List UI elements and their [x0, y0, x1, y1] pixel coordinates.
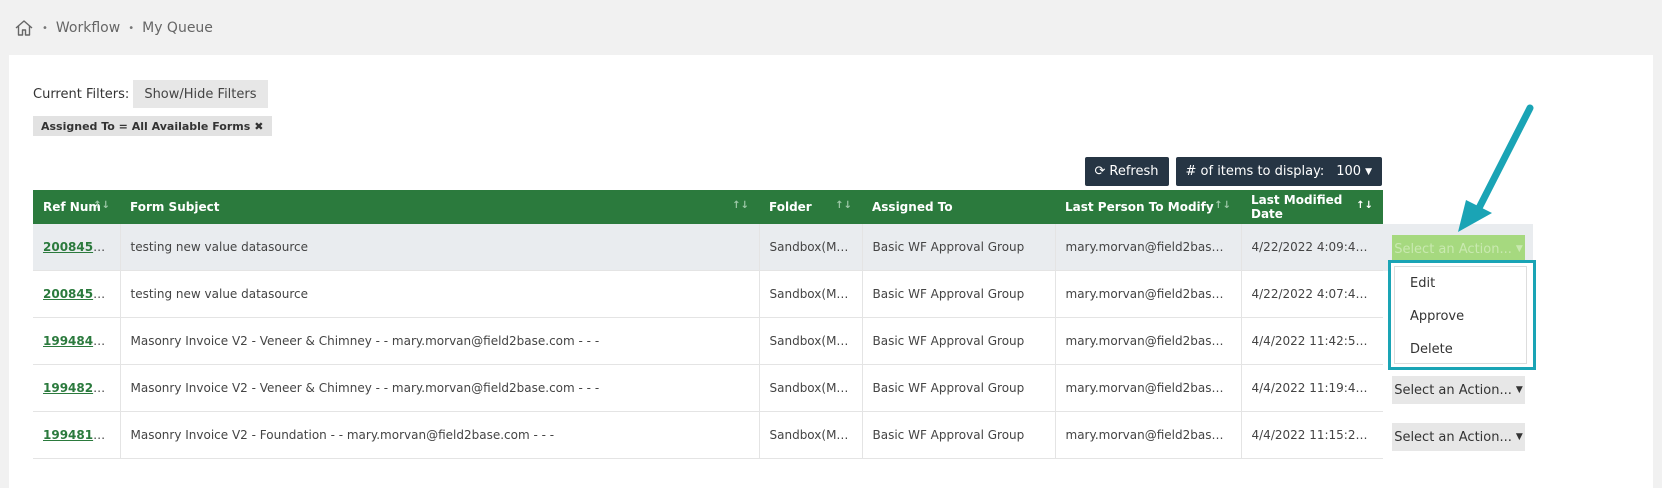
chevron-down-icon: ▼ [1515, 385, 1523, 395]
table-row: 19948437 Masonry Invoice V2 - Veneer & C… [33, 317, 1383, 365]
last-modified-date-cell: 4/22/2022 4:07:49 PM [1241, 270, 1383, 318]
assigned-to-cell: Basic WF Approval Group [862, 411, 1056, 459]
assigned-to-cell: Basic WF Approval Group [862, 317, 1056, 365]
chevron-down-icon: ▼ [1515, 432, 1523, 442]
table-row: 19948209 Masonry Invoice V2 - Veneer & C… [33, 364, 1383, 412]
last-modified-date-cell: 4/22/2022 4:09:40 PM [1241, 224, 1383, 271]
action-dropdown-menu: Edit Approve Delete [1394, 266, 1527, 364]
last-modifier-cell: mary.morvan@field2base.com [1055, 270, 1242, 318]
folder-cell: Sandbox(Mary) [759, 270, 863, 318]
ref-num-link[interactable]: 20084547 [43, 240, 110, 254]
assigned-to-cell: Basic WF Approval Group [862, 224, 1056, 271]
column-header-form-subject[interactable]: Form Subject ↑↓ [120, 190, 759, 224]
folder-cell: Sandbox(Mary) [759, 411, 863, 459]
folder-cell: Sandbox(Mary) [759, 364, 863, 412]
breadcrumb-separator: • [128, 22, 135, 34]
items-per-page-dropdown[interactable]: # of items to display: 100 ▼ [1175, 157, 1382, 186]
ref-num-link[interactable]: 20084524 [43, 287, 110, 301]
column-header-last-person-to-modify[interactable]: Last Person To Modify ↑↓ [1055, 190, 1241, 224]
assigned-to-cell: Basic WF Approval Group [862, 364, 1056, 412]
items-per-page-label: # of items to display: [1185, 164, 1325, 179]
select-action-button[interactable]: Select an Action... ▼ [1392, 376, 1525, 404]
queue-table: Ref Num ↑↓ Form Subject ↑↓ Folder ↑↓ Assign… [33, 190, 1383, 459]
refresh-label: Refresh [1109, 164, 1159, 179]
column-header-assigned-to[interactable]: Assigned To [862, 190, 1055, 224]
breadcrumb: • Workflow • My Queue [14, 16, 213, 40]
last-modifier-cell: mary.morvan@field2base.com [1055, 317, 1242, 365]
last-modifier-cell: mary.morvan@field2base.com [1055, 364, 1242, 412]
remove-filter-icon[interactable]: ✖ [254, 120, 263, 133]
filters-bar: Current Filters: Show/Hide Filters [33, 80, 268, 108]
current-filters-label: Current Filters: [33, 86, 130, 102]
menu-item-approve[interactable]: Approve [1395, 300, 1526, 333]
sort-icon: ↑↓ [93, 200, 110, 211]
last-modifier-cell: mary.morvan@field2base.com [1055, 224, 1242, 271]
table-row: 20084524 testing new value datasource Sa… [33, 270, 1383, 318]
chevron-down-icon: ▼ [1515, 244, 1523, 254]
folder-cell: Sandbox(Mary) [759, 317, 863, 365]
breadcrumb-my-queue: My Queue [142, 20, 213, 36]
chevron-down-icon: ▼ [1365, 166, 1372, 177]
column-header-last-modified-date[interactable]: Last Modified Date ↑↓ [1241, 190, 1383, 224]
form-subject-cell: testing new value datasource [120, 224, 760, 271]
table-row: 20084547 testing new value datasource Sa… [33, 224, 1383, 271]
form-subject-cell: Masonry Invoice V2 - Foundation - - mary… [120, 411, 760, 459]
form-subject-cell: Masonry Invoice V2 - Veneer & Chimney - … [120, 317, 760, 365]
folder-cell: Sandbox(Mary) [759, 224, 863, 271]
ref-num-link[interactable]: 19948157 [43, 428, 110, 442]
column-header-folder[interactable]: Folder ↑↓ [759, 190, 862, 224]
breadcrumb-separator: • [42, 22, 48, 34]
last-modifier-cell: mary.morvan@field2base.com [1055, 411, 1242, 459]
filter-chip-label: Assigned To = All Available Forms [41, 119, 251, 133]
breadcrumb-workflow[interactable]: Workflow [56, 20, 120, 36]
ref-num-link[interactable]: 19948209 [43, 381, 110, 395]
select-action-button[interactable]: Select an Action... ▼ [1392, 235, 1525, 263]
sort-icon: ↑↓ [1356, 200, 1373, 211]
items-per-page-value: 100 [1336, 164, 1362, 179]
form-subject-cell: testing new value datasource [120, 270, 760, 318]
form-subject-cell: Masonry Invoice V2 - Veneer & Chimney - … [120, 364, 760, 412]
column-header-ref-num[interactable]: Ref Num ↑↓ [33, 190, 120, 224]
ref-num-link[interactable]: 19948437 [43, 334, 110, 348]
refresh-button[interactable]: ⟳ Refresh [1084, 157, 1169, 186]
last-modified-date-cell: 4/4/2022 11:19:42 AM [1241, 364, 1383, 412]
sort-icon: ↑↓ [732, 200, 749, 211]
menu-item-delete[interactable]: Delete [1395, 333, 1526, 366]
table-toolbar: ⟳ Refresh # of items to display: 100 ▼ [1084, 157, 1382, 186]
select-action-button[interactable]: Select an Action... ▼ [1392, 423, 1525, 451]
last-modified-date-cell: 4/4/2022 11:42:53 AM [1241, 317, 1383, 365]
filter-chip: Assigned To = All Available Forms ✖ [33, 116, 272, 136]
refresh-icon: ⟳ [1094, 164, 1106, 179]
last-modified-date-cell: 4/4/2022 11:15:21 AM [1241, 411, 1383, 459]
sort-icon: ↑↓ [1214, 200, 1231, 211]
table-row: 19948157 Masonry Invoice V2 - Foundation… [33, 411, 1383, 459]
show-hide-filters-button[interactable]: Show/Hide Filters [133, 80, 268, 108]
menu-item-edit[interactable]: Edit [1395, 267, 1526, 300]
table-header-row: Ref Num ↑↓ Form Subject ↑↓ Folder ↑↓ Assign… [33, 190, 1383, 224]
action-dropdown-highlight: Edit Approve Delete [1388, 260, 1536, 370]
sort-icon: ↑↓ [835, 200, 852, 211]
assigned-to-cell: Basic WF Approval Group [862, 270, 1056, 318]
home-icon[interactable] [14, 18, 34, 38]
